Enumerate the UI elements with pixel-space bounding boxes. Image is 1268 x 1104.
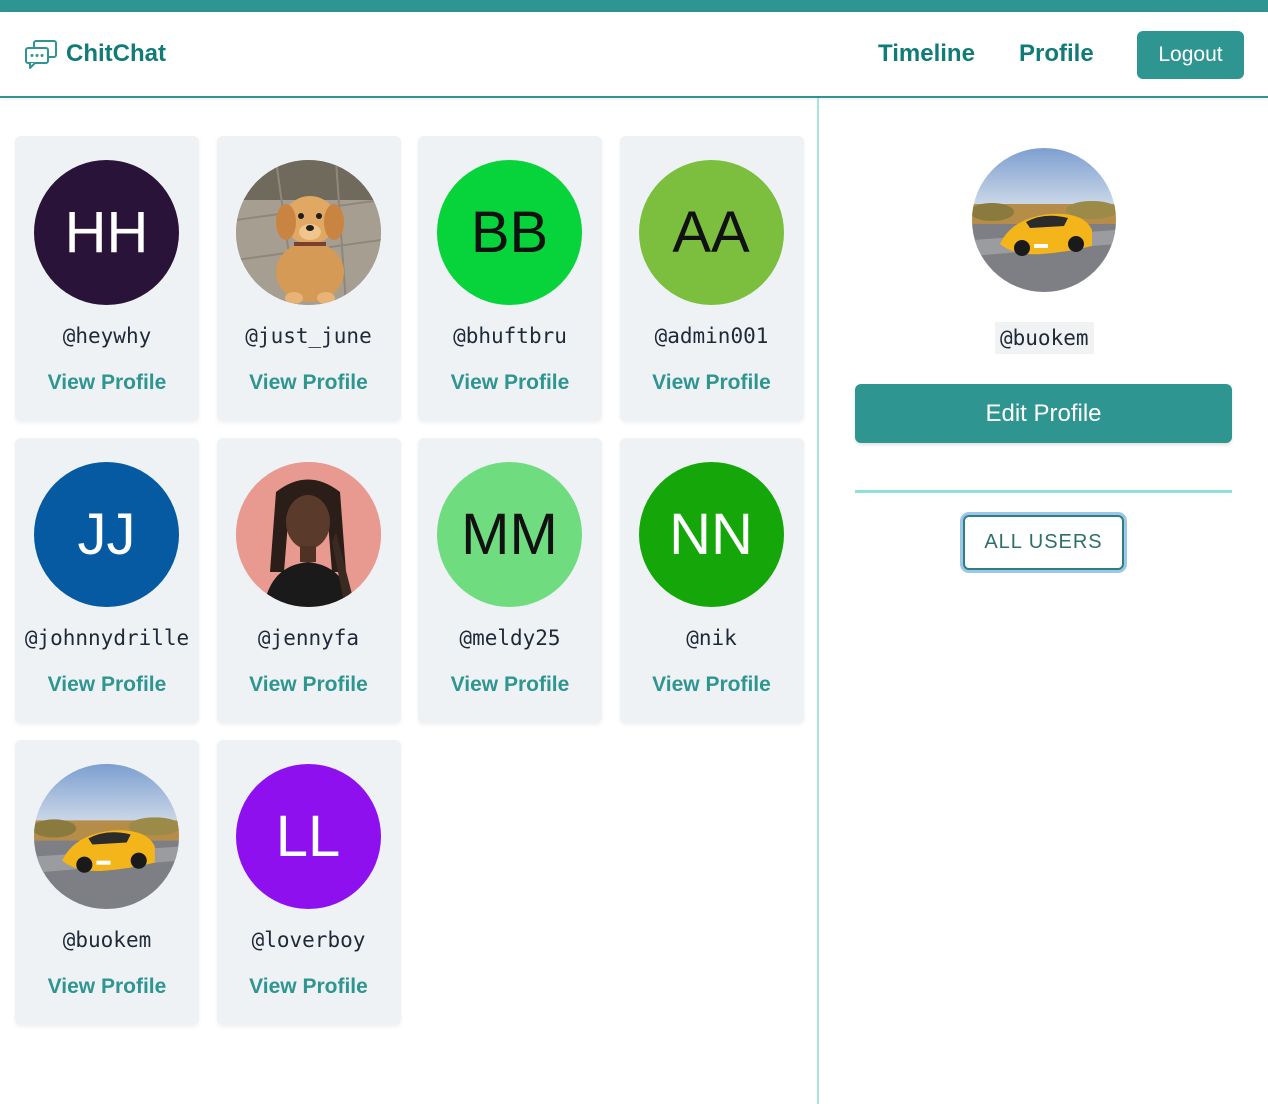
all-users-button[interactable]: ALL USERS [963, 515, 1124, 570]
user-username: @johnnydrille [24, 626, 190, 650]
logout-button[interactable]: Logout [1137, 31, 1244, 79]
user-card: AA @admin001 View Profile [619, 136, 804, 421]
user-avatar: NN [638, 462, 784, 607]
view-profile-link[interactable]: View Profile [620, 673, 804, 697]
app-name: ChitChat [66, 40, 166, 67]
user-username: @bhuftbru [453, 324, 567, 348]
user-avatar: HH [34, 160, 179, 305]
user-avatar: LL [235, 764, 381, 909]
user-card: MM @meldy25 View Profile [418, 438, 602, 723]
user-card: NN @nik View Profile [619, 438, 804, 723]
user-avatar [235, 462, 381, 607]
user-card: @jennyfa View Profile [216, 438, 401, 723]
user-card: BB @bhuftbru View Profile [418, 136, 602, 421]
view-profile-link[interactable]: View Profile [217, 975, 401, 999]
user-username: @nik [686, 626, 737, 650]
user-username: @admin001 [654, 324, 769, 348]
view-profile-link[interactable]: View Profile [418, 371, 602, 395]
user-avatar: MM [437, 462, 582, 607]
current-username: @buokem [995, 322, 1094, 354]
user-card: @buokem View Profile [15, 740, 199, 1025]
current-user-avatar [972, 148, 1116, 292]
user-avatar: JJ [34, 462, 179, 607]
view-profile-link[interactable]: View Profile [620, 371, 804, 395]
view-profile-link[interactable]: View Profile [217, 371, 401, 395]
edit-profile-button[interactable]: Edit Profile [855, 384, 1232, 443]
user-avatar [235, 160, 381, 305]
user-username: @jennyfa [257, 626, 360, 650]
view-profile-link[interactable]: View Profile [217, 673, 401, 697]
top-accent-bar [0, 0, 1268, 12]
user-username: @just_june [245, 324, 372, 348]
vertical-divider [817, 98, 819, 1104]
user-card: HH @heywhy View Profile [15, 136, 199, 421]
user-avatar [34, 764, 179, 909]
sidebar-divider [855, 490, 1232, 493]
nav-timeline-link[interactable]: Timeline [878, 40, 975, 68]
user-username: @loverboy [251, 928, 366, 952]
user-card: @just_june View Profile [216, 136, 401, 421]
user-username: @buokem [62, 928, 152, 952]
chat-bubbles-icon [24, 39, 58, 69]
view-profile-link[interactable]: View Profile [15, 975, 199, 999]
app-logo[interactable]: ChitChat [24, 39, 166, 69]
view-profile-link[interactable]: View Profile [15, 371, 199, 395]
app-header: ChitChat Timeline Profile Logout [0, 12, 1268, 98]
user-avatar: BB [437, 160, 582, 305]
view-profile-link[interactable]: View Profile [15, 673, 199, 697]
view-profile-link[interactable]: View Profile [418, 673, 602, 697]
nav-profile-link[interactable]: Profile [1019, 40, 1094, 68]
user-username: @heywhy [62, 324, 152, 348]
user-card: LL @loverboy View Profile [216, 740, 401, 1025]
user-avatar: AA [638, 160, 784, 305]
user-card: JJ @johnnydrille View Profile [15, 438, 199, 723]
user-username: @meldy25 [459, 626, 561, 650]
